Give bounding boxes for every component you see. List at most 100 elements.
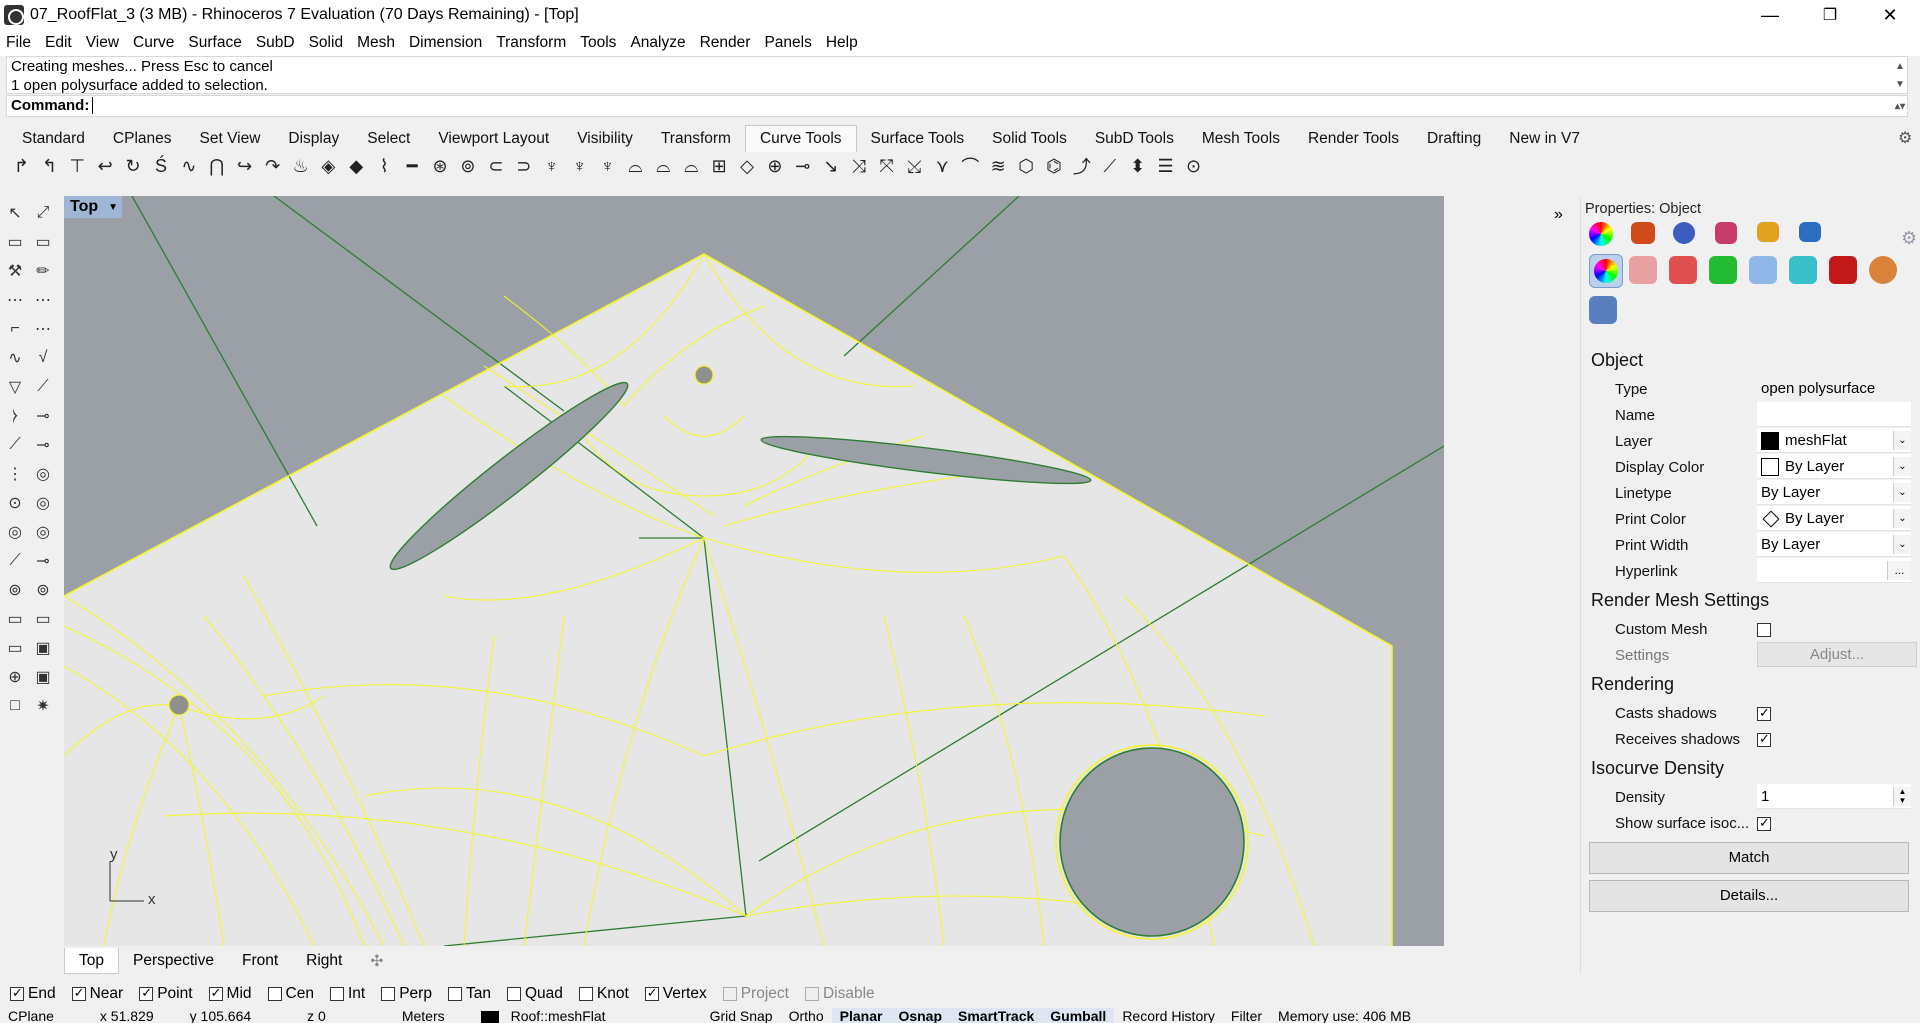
osnap-checkbox[interactable]: [71, 985, 86, 1001]
osnap-quad[interactable]: Quad: [506, 985, 563, 1003]
curve-tool-icon[interactable]: ♆: [566, 152, 593, 180]
menu-tools[interactable]: Tools: [580, 34, 616, 52]
curve-tool-icon[interactable]: ⌬: [1041, 152, 1068, 180]
left-tool-icon[interactable]: □: [2, 693, 28, 719]
osnap-knot[interactable]: Knot: [578, 985, 629, 1003]
chevron-down-icon[interactable]: ⌄: [1893, 483, 1911, 502]
curve-tool-icon[interactable]: ☰: [1152, 152, 1179, 180]
menu-view[interactable]: View: [86, 34, 119, 52]
shadows-subtab-icon[interactable]: [1829, 256, 1857, 284]
curve-tool-icon[interactable]: ━: [399, 152, 426, 180]
layers-tab-icon[interactable]: [1631, 222, 1655, 244]
left-tool-icon[interactable]: ⊙: [2, 490, 28, 516]
curve-tool-icon[interactable]: ⊛: [427, 152, 454, 180]
status-record-history[interactable]: Record History: [1114, 1008, 1223, 1023]
left-tool-icon[interactable]: ⊕: [2, 664, 28, 690]
chevron-down-icon[interactable]: ⌄: [1893, 431, 1911, 450]
receives-shadows-checkbox[interactable]: [1757, 731, 1771, 748]
add-viewport-icon[interactable]: ✣: [356, 952, 397, 971]
left-tool-icon[interactable]: ⊚: [30, 577, 56, 603]
curve-tool-icon[interactable]: ◈: [315, 152, 342, 180]
left-tool-icon[interactable]: ⟋: [2, 432, 28, 458]
tab-render-tools[interactable]: Render Tools: [1294, 126, 1413, 152]
osnap-near[interactable]: Near: [71, 985, 123, 1003]
left-tool-icon[interactable]: ⋯: [30, 316, 56, 342]
osnap-checkbox[interactable]: [644, 985, 659, 1001]
curve-tool-icon[interactable]: ↷: [259, 152, 286, 180]
curve-tool-icon[interactable]: ♆: [538, 152, 565, 180]
status-osnap[interactable]: Osnap: [890, 1008, 951, 1023]
left-tool-icon[interactable]: √: [30, 345, 56, 371]
curve-tool-icon[interactable]: ⤴: [1068, 152, 1095, 180]
scroll-up-icon[interactable]: ▲: [1893, 57, 1907, 75]
tab-drafting[interactable]: Drafting: [1413, 126, 1495, 152]
left-tool-icon[interactable]: ⊸: [30, 432, 56, 458]
osnap-checkbox[interactable]: [10, 985, 24, 1001]
name-input[interactable]: [1757, 402, 1911, 427]
close-button[interactable]: ✕: [1860, 0, 1920, 30]
osnap-cen[interactable]: Cen: [267, 985, 314, 1003]
left-tool-icon[interactable]: ▭: [2, 606, 28, 632]
menu-file[interactable]: File: [6, 34, 31, 52]
left-tool-icon[interactable]: ◎: [30, 519, 56, 545]
curve-tool-icon[interactable]: ⌒: [957, 152, 984, 180]
curve-tool-icon[interactable]: ◆: [343, 152, 370, 180]
hyperlink-input[interactable]: ...: [1757, 558, 1911, 583]
view-tab-right[interactable]: Right: [292, 952, 356, 970]
osnap-project[interactable]: Project: [722, 985, 789, 1003]
tab-standard[interactable]: Standard: [8, 126, 99, 152]
left-tool-icon[interactable]: ▭: [30, 229, 56, 255]
folder-tab-icon[interactable]: [1757, 222, 1779, 242]
left-tool-icon[interactable]: ▭: [30, 606, 56, 632]
left-tool-icon[interactable]: ⊚: [2, 577, 28, 603]
chevron-down-icon[interactable]: ⌄: [1893, 509, 1911, 528]
view-tab-top[interactable]: Top: [64, 948, 119, 974]
osnap-tan[interactable]: Tan: [447, 985, 491, 1003]
left-tool-icon[interactable]: ⌐: [2, 316, 28, 342]
menu-mesh[interactable]: Mesh: [357, 34, 395, 52]
tab-new-in-v7[interactable]: New in V7: [1495, 126, 1594, 152]
status-filter[interactable]: Filter: [1223, 1008, 1270, 1023]
menu-subd[interactable]: SubD: [256, 34, 295, 52]
density-spinner-icon[interactable]: ▲ ▼: [1893, 787, 1911, 806]
curve-tool-icon[interactable]: ⬍: [1124, 152, 1151, 180]
density-input[interactable]: 1 ▲ ▼: [1757, 784, 1911, 809]
minimize-button[interactable]: —: [1740, 0, 1800, 30]
curve-tool-icon[interactable]: ↱: [8, 152, 35, 180]
tab-cplanes[interactable]: CPlanes: [99, 126, 186, 152]
osnap-checkbox[interactable]: [506, 987, 521, 1001]
left-tool-icon[interactable]: ▭: [2, 229, 28, 255]
command-input[interactable]: Command: ▴▾: [6, 95, 1908, 117]
status-layer[interactable]: Roof::meshFlat: [473, 1008, 622, 1023]
curve-tool-icon[interactable]: ⊙: [1180, 152, 1207, 180]
chevron-down-icon[interactable]: ⌄: [1893, 535, 1911, 554]
decals-subtab-icon[interactable]: [1709, 256, 1737, 284]
scroll-down-icon[interactable]: ▼: [1893, 75, 1907, 93]
panel-collapse-icon[interactable]: »: [1554, 206, 1563, 224]
object-properties-tab-icon[interactable]: [1589, 222, 1613, 246]
tab-surface-tools[interactable]: Surface Tools: [857, 126, 979, 152]
osnap-checkbox[interactable]: [208, 985, 223, 1001]
curve-tool-icon[interactable]: ⟋: [1096, 152, 1123, 180]
mesh-subtab-icon[interactable]: [1749, 256, 1777, 284]
curve-tool-icon[interactable]: Ś: [148, 152, 175, 180]
left-tool-icon[interactable]: ⋯: [2, 287, 28, 313]
database-subtab-icon[interactable]: [1589, 296, 1617, 324]
left-tool-icon[interactable]: ⟋: [2, 548, 28, 574]
command-spin-icon[interactable]: ▴▾: [1893, 97, 1907, 117]
left-tool-icon[interactable]: ⊸: [30, 548, 56, 574]
custom-mesh-checkbox[interactable]: [1757, 623, 1771, 638]
curve-tool-icon[interactable]: ⊂: [482, 152, 509, 180]
status-units[interactable]: Meters: [394, 1008, 453, 1023]
print-color-select[interactable]: By Layer ⌄: [1757, 506, 1911, 531]
print-width-select[interactable]: By Layer ⌄: [1757, 532, 1911, 557]
status-smarttrack[interactable]: SmartTrack: [950, 1008, 1043, 1023]
curve-tool-icon[interactable]: ⊃: [510, 152, 537, 180]
casts-shadows-checkbox[interactable]: [1757, 705, 1771, 722]
view-tab-perspective[interactable]: Perspective: [119, 952, 228, 970]
left-tool-icon[interactable]: ▣: [30, 664, 56, 690]
status-planar[interactable]: Planar: [831, 1008, 891, 1023]
curve-tool-icon[interactable]: ∿: [175, 152, 202, 180]
menu-curve[interactable]: Curve: [133, 34, 174, 52]
help-tab-icon[interactable]: [1715, 222, 1737, 244]
